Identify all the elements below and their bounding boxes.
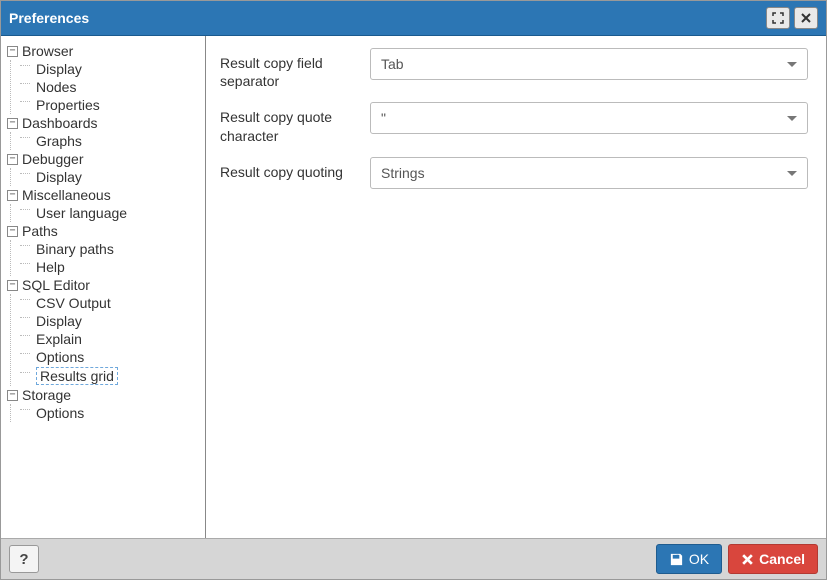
nav-tree: −Browser Display Nodes Properties −Dashb… bbox=[5, 42, 201, 422]
footer-buttons: OK Cancel bbox=[656, 544, 818, 574]
tree-label: Options bbox=[36, 405, 84, 421]
collapse-icon[interactable]: − bbox=[7, 226, 18, 237]
cancel-icon bbox=[741, 553, 754, 566]
tree-node-sqleditor-options[interactable]: Options bbox=[19, 348, 201, 366]
cancel-button[interactable]: Cancel bbox=[728, 544, 818, 574]
tree-label: Binary paths bbox=[36, 241, 114, 257]
ok-button[interactable]: OK bbox=[656, 544, 722, 574]
tree-node-browser-nodes[interactable]: Nodes bbox=[19, 78, 201, 96]
select-value: Tab bbox=[381, 56, 404, 72]
tree-label: CSV Output bbox=[36, 295, 111, 311]
preferences-dialog: Preferences −Browser Display Nodes Prope… bbox=[0, 0, 827, 580]
titlebar: Preferences bbox=[1, 1, 826, 36]
tree-label-selected: Results grid bbox=[36, 367, 118, 385]
tree-node-browser-display[interactable]: Display bbox=[19, 60, 201, 78]
tree-node-explain[interactable]: Explain bbox=[19, 330, 201, 348]
collapse-icon[interactable]: − bbox=[7, 390, 18, 401]
dialog-title: Preferences bbox=[9, 10, 89, 26]
tree-node-paths[interactable]: −Paths bbox=[5, 222, 201, 240]
tree-node-graphs[interactable]: Graphs bbox=[19, 132, 201, 150]
close-button[interactable] bbox=[794, 7, 818, 29]
tree-node-debugger[interactable]: −Debugger bbox=[5, 150, 201, 168]
tree-label: Properties bbox=[36, 97, 100, 113]
quote-char-label: Result copy quote character bbox=[220, 102, 370, 144]
help-icon: ? bbox=[19, 551, 28, 568]
collapse-icon[interactable]: − bbox=[7, 190, 18, 201]
tree-label: Display bbox=[36, 169, 82, 185]
tree-node-browser[interactable]: −Browser bbox=[5, 42, 201, 60]
quote-char-row: Result copy quote character " bbox=[220, 102, 808, 144]
quote-char-select[interactable]: " bbox=[370, 102, 808, 134]
collapse-icon[interactable]: − bbox=[7, 46, 18, 57]
tree-node-results-grid[interactable]: Results grid bbox=[19, 366, 201, 386]
tree-label: Storage bbox=[22, 387, 71, 403]
tree-node-sqleditor[interactable]: −SQL Editor bbox=[5, 276, 201, 294]
tree-label: Browser bbox=[22, 43, 73, 59]
tree-node-browser-properties[interactable]: Properties bbox=[19, 96, 201, 114]
select-value: Strings bbox=[381, 165, 425, 181]
titlebar-buttons bbox=[766, 7, 818, 29]
tree-node-misc[interactable]: −Miscellaneous bbox=[5, 186, 201, 204]
tree-label: User language bbox=[36, 205, 127, 221]
save-icon bbox=[669, 552, 684, 567]
tree-label: Paths bbox=[22, 223, 58, 239]
field-separator-row: Result copy field separator Tab bbox=[220, 48, 808, 90]
sidebar: −Browser Display Nodes Properties −Dashb… bbox=[1, 36, 206, 538]
select-value: " bbox=[381, 110, 386, 126]
button-label: OK bbox=[689, 551, 709, 567]
tree-label: Options bbox=[36, 349, 84, 365]
tree-label: SQL Editor bbox=[22, 277, 90, 293]
tree-node-help[interactable]: Help bbox=[19, 258, 201, 276]
tree-label: Explain bbox=[36, 331, 82, 347]
collapse-icon[interactable]: − bbox=[7, 280, 18, 291]
content-panel: Result copy field separator Tab Result c… bbox=[206, 36, 826, 538]
expand-icon bbox=[772, 12, 784, 24]
field-separator-select[interactable]: Tab bbox=[370, 48, 808, 80]
help-button[interactable]: ? bbox=[9, 545, 39, 573]
tree-node-storage[interactable]: −Storage bbox=[5, 386, 201, 404]
button-label: Cancel bbox=[759, 551, 805, 567]
tree-label: Debugger bbox=[22, 151, 84, 167]
tree-label: Help bbox=[36, 259, 65, 275]
tree-node-csv-output[interactable]: CSV Output bbox=[19, 294, 201, 312]
tree-label: Nodes bbox=[36, 79, 76, 95]
dialog-footer: ? OK Cancel bbox=[1, 538, 826, 579]
quoting-label: Result copy quoting bbox=[220, 157, 370, 181]
tree-node-userlang[interactable]: User language bbox=[19, 204, 201, 222]
tree-node-storage-options[interactable]: Options bbox=[19, 404, 201, 422]
tree-label: Display bbox=[36, 313, 82, 329]
tree-node-dashboards[interactable]: −Dashboards bbox=[5, 114, 201, 132]
tree-label: Graphs bbox=[36, 133, 82, 149]
quoting-select[interactable]: Strings bbox=[370, 157, 808, 189]
field-separator-label: Result copy field separator bbox=[220, 48, 370, 90]
tree-label: Dashboards bbox=[22, 115, 98, 131]
quoting-row: Result copy quoting Strings bbox=[220, 157, 808, 189]
tree-label: Display bbox=[36, 61, 82, 77]
collapse-icon[interactable]: − bbox=[7, 154, 18, 165]
tree-label: Miscellaneous bbox=[22, 187, 111, 203]
tree-node-sqleditor-display[interactable]: Display bbox=[19, 312, 201, 330]
tree-node-debugger-display[interactable]: Display bbox=[19, 168, 201, 186]
collapse-icon[interactable]: − bbox=[7, 118, 18, 129]
close-icon bbox=[800, 12, 812, 24]
dialog-body: −Browser Display Nodes Properties −Dashb… bbox=[1, 36, 826, 538]
maximize-button[interactable] bbox=[766, 7, 790, 29]
tree-node-binary-paths[interactable]: Binary paths bbox=[19, 240, 201, 258]
